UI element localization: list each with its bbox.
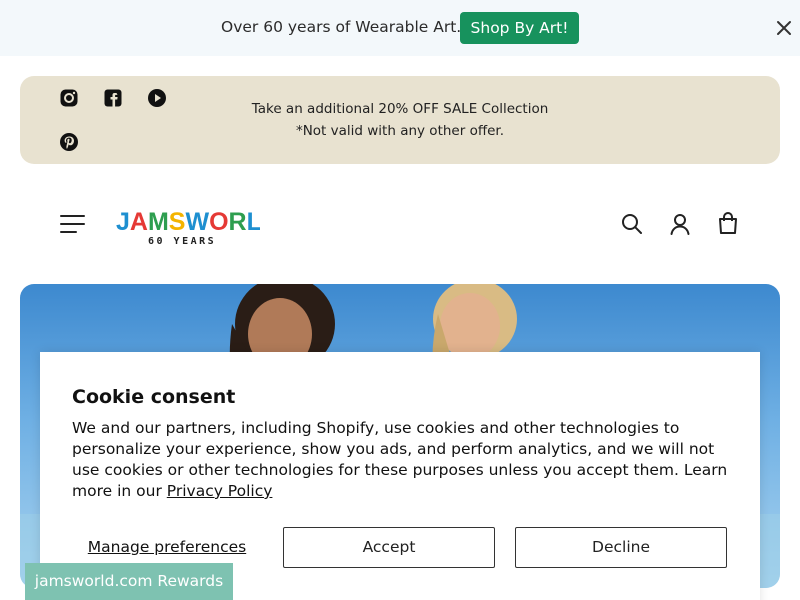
cookie-title: Cookie consent (72, 386, 236, 408)
promo-line-1: Take an additional 20% OFF SALE Collecti… (251, 101, 549, 117)
close-icon[interactable] (776, 20, 792, 36)
announcement-text: Over 60 years of Wearable Art. (221, 18, 462, 36)
rewards-button[interactable]: jamsworld.com Rewards (25, 563, 233, 600)
search-icon[interactable] (620, 212, 644, 236)
menu-icon[interactable] (60, 214, 85, 234)
svg-text:JAMSWORLD: JAMSWORLD (116, 208, 260, 236)
jamsworld-logo[interactable]: JAMSWORLD 60 YEARS (114, 200, 260, 248)
account-icon[interactable] (668, 212, 692, 236)
promo-banner: Take an additional 20% OFF SALE Collecti… (20, 76, 780, 164)
logo-tagline: 60 YEARS (148, 236, 216, 247)
manage-preferences-button[interactable]: Manage preferences (72, 527, 262, 567)
decline-button[interactable]: Decline (515, 527, 727, 568)
promo-line-2: *Not valid with any other offer. (295, 123, 505, 139)
accept-button[interactable]: Accept (283, 527, 495, 568)
cart-icon[interactable] (716, 211, 740, 235)
privacy-policy-link[interactable]: Privacy Policy (167, 482, 273, 500)
announcement-bar: Over 60 years of Wearable Art. Shop By A… (0, 0, 800, 56)
shop-by-art-button[interactable]: Shop By Art! (460, 12, 579, 44)
cookie-body: We and our partners, including Shopify, … (72, 418, 732, 502)
